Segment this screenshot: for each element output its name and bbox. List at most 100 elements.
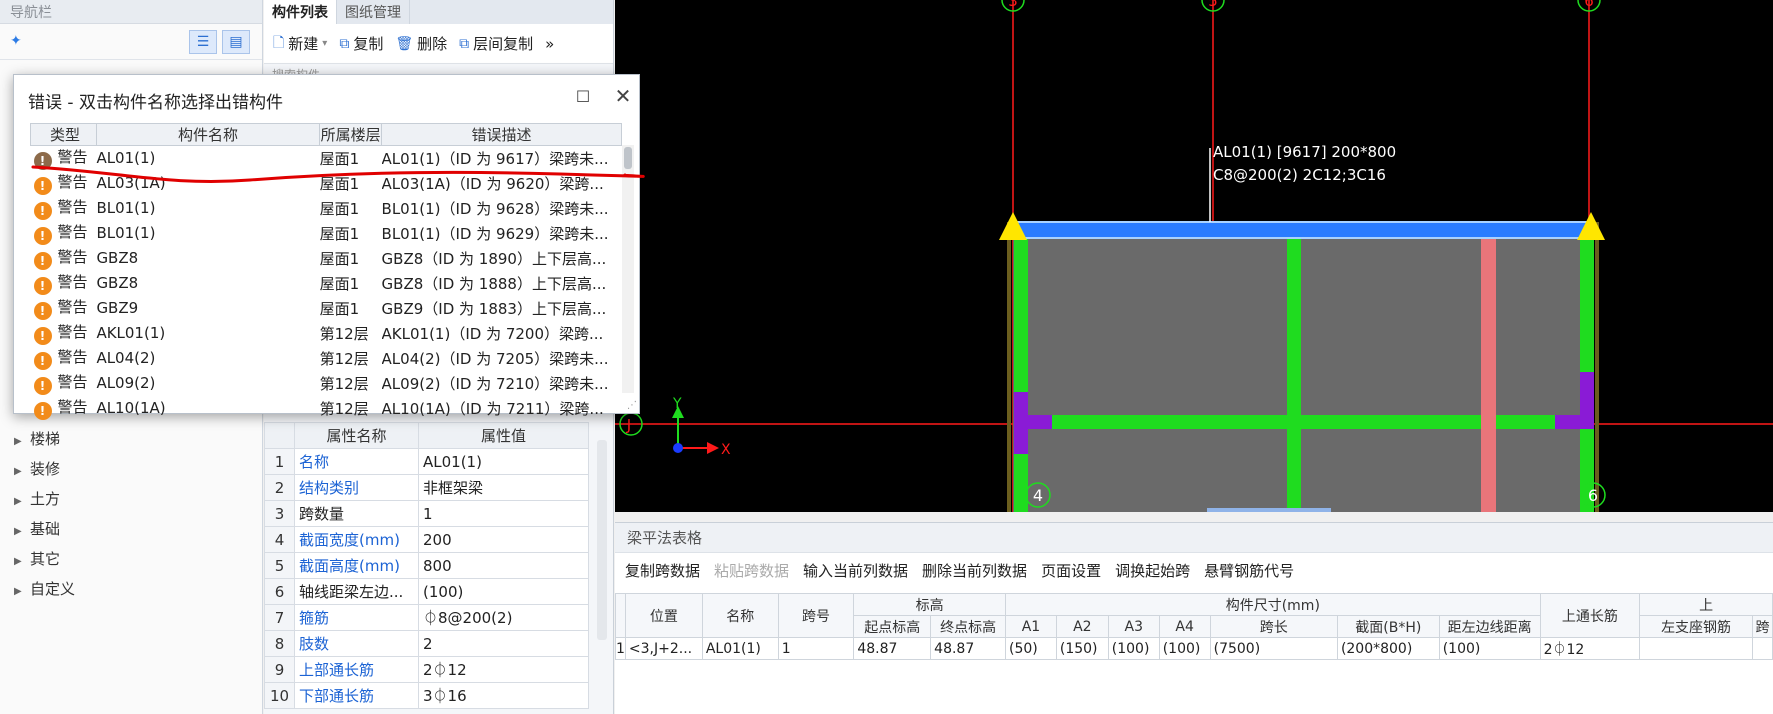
property-row[interactable]: 9 上部通长筋 2⏀12 xyxy=(264,656,589,683)
dropdown-arrow-icon[interactable]: ▾ xyxy=(322,38,327,49)
error-component-name[interactable]: GBZ8 xyxy=(96,246,319,271)
copy-button[interactable]: ⧉ 复制 xyxy=(336,33,386,54)
warning-icon: ! xyxy=(33,327,52,345)
error-component-name[interactable]: AL03(1A) xyxy=(96,171,319,196)
error-component-name[interactable]: BL01(1) xyxy=(96,196,319,221)
nav-item[interactable]: ▶ 楼梯 xyxy=(0,424,262,454)
property-value[interactable]: 2⏀12 xyxy=(418,656,589,683)
property-row[interactable]: 7 箍筋 ⏀8@200(2) xyxy=(264,604,589,631)
error-floor: 屋面1 xyxy=(319,224,360,243)
more-actions-icon[interactable]: » xyxy=(542,35,557,53)
cantilever-code-button[interactable]: 悬臂钢筋代号 xyxy=(1204,560,1294,581)
swap-start-span-button[interactable]: 调换起始跨 xyxy=(1115,560,1190,581)
property-value[interactable]: ⏀8@200(2) xyxy=(418,604,589,631)
cad-viewport[interactable]: 3 5 6 J 4 6 AL01(1) [9617] 200*800 C8@20… xyxy=(615,0,1773,512)
error-component-name[interactable]: BL01(1) xyxy=(96,221,319,246)
error-row[interactable]: ! 警告 GBZ9 屋面1 GBZ9（ID 为 1883）上下层高... xyxy=(31,296,622,321)
maximize-icon[interactable]: ☐ xyxy=(574,88,592,106)
expand-arrow-icon[interactable]: ▶ xyxy=(14,487,30,517)
delete-button[interactable]: 🗑 删除 xyxy=(392,33,450,54)
resize-grip-icon[interactable]: ⋰ xyxy=(627,400,637,411)
warning-icon: ! xyxy=(33,302,52,320)
property-value[interactable]: 800 xyxy=(418,552,589,579)
property-name: 上部通长筋 xyxy=(294,656,419,683)
expand-arrow-icon[interactable]: ▶ xyxy=(14,547,30,577)
error-row[interactable]: ! 警告 AL01(1) 屋面1 AL01(1)（ID 为 9617）梁跨未... xyxy=(31,146,622,171)
delete-column-button[interactable]: 删除当前列数据 xyxy=(922,560,1027,581)
error-component-name[interactable]: AKL01(1) xyxy=(96,321,319,346)
expand-arrow-icon[interactable]: ▶ xyxy=(14,577,30,607)
error-row[interactable]: ! 警告 AL10(1A) 第12层 AL10(1A)（ID 为 7211）梁跨... xyxy=(31,396,622,421)
error-row[interactable]: ! 警告 BL01(1) 屋面1 BL01(1)（ID 为 9628）梁跨未... xyxy=(31,196,622,221)
beam-axis-j[interactable] xyxy=(1014,415,1594,429)
nav-item[interactable]: ▶ 其它 xyxy=(0,544,262,574)
beam-pink[interactable] xyxy=(1481,236,1496,512)
property-row[interactable]: 5 截面高度(mm) 800 xyxy=(264,552,589,579)
expand-arrow-icon[interactable]: ▶ xyxy=(14,517,30,547)
property-value[interactable]: 200 xyxy=(418,526,589,553)
viewport-splitter[interactable] xyxy=(1207,508,1331,512)
error-component-name[interactable]: AL04(2) xyxy=(96,346,319,371)
error-row[interactable]: ! 警告 GBZ8 屋面1 GBZ8（ID 为 1888）上下层高... xyxy=(31,271,622,296)
property-row[interactable]: 6 轴线距梁左边... (100) xyxy=(264,578,589,605)
error-row[interactable]: ! 警告 AL04(2) 第12层 AL04(2)（ID 为 7205）梁跨未... xyxy=(31,346,622,371)
ucs-x-arrow-icon xyxy=(707,442,719,454)
nav-item[interactable]: ▶ 装修 xyxy=(0,454,262,484)
error-component-name[interactable]: AL09(2) xyxy=(96,371,319,396)
beam-left[interactable] xyxy=(1014,232,1028,512)
error-row[interactable]: ! 警告 BL01(1) 屋面1 BL01(1)（ID 为 9629）梁跨未... xyxy=(31,221,622,246)
error-description: GBZ8（ID 为 1890）上下层高... xyxy=(381,249,607,268)
error-floor: 第12层 xyxy=(319,324,369,343)
selected-beam-al01[interactable] xyxy=(1012,221,1592,239)
error-row[interactable]: ! 警告 GBZ8 屋面1 GBZ8（ID 为 1890）上下层高... xyxy=(31,246,622,271)
property-row[interactable]: 2 结构类别 非框架梁 xyxy=(264,474,589,501)
property-value[interactable]: AL01(1) xyxy=(418,448,589,475)
cad-drawing[interactable]: 3 5 6 J 4 6 AL01(1) [9617] 200*800 C8@20… xyxy=(615,0,1773,512)
error-component-name[interactable]: AL10(1A) xyxy=(96,396,319,421)
property-row[interactable]: 4 截面宽度(mm) 200 xyxy=(264,526,589,553)
floor-copy-button[interactable]: ⧉ 层间复制 xyxy=(456,33,536,54)
nav-tree: ▶ 楼梯 ▶ 装修 ▶ 土方 ▶ 基础 ▶ 其它 ▶ 自定义 xyxy=(0,424,262,604)
beam-middle[interactable] xyxy=(1287,236,1301,512)
expand-arrow-icon[interactable]: ▶ xyxy=(14,427,30,457)
nav-item[interactable]: ▶ 自定义 xyxy=(0,574,262,604)
page-setup-button[interactable]: 页面设置 xyxy=(1041,560,1101,581)
dialog-titlebar[interactable]: 错误 - 双击构件名称选择出错构件 ☐ ✕ xyxy=(14,75,639,123)
ucs-x-label: X xyxy=(721,442,731,458)
property-value[interactable]: 3⏀16 xyxy=(418,682,589,709)
properties-scrollbar[interactable] xyxy=(597,440,607,640)
property-row[interactable]: 1 名称 AL01(1) xyxy=(264,448,589,475)
property-value[interactable]: 2 xyxy=(418,630,589,657)
property-row[interactable]: 8 肢数 2 xyxy=(264,630,589,657)
close-icon[interactable]: ✕ xyxy=(612,85,634,107)
property-value[interactable]: 非框架梁 xyxy=(418,474,589,501)
tab-drawing-management[interactable]: 图纸管理 xyxy=(337,0,410,24)
nav-item[interactable]: ▶ 基础 xyxy=(0,514,262,544)
error-row[interactable]: ! 警告 AL03(1A) 屋面1 AL03(1A)（ID 为 9620）梁跨... xyxy=(31,171,622,196)
nav-item[interactable]: ▶ 土方 xyxy=(0,484,262,514)
axis-label: 5 xyxy=(1208,0,1218,10)
error-row[interactable]: ! 警告 AL09(2) 第12层 AL09(2)（ID 为 7210）梁跨未... xyxy=(31,371,622,396)
error-component-name[interactable]: GBZ9 xyxy=(96,296,319,321)
error-component-name[interactable]: AL01(1) xyxy=(96,146,319,171)
pin-icon[interactable]: ✦ xyxy=(10,33,22,49)
col-name: 名称 xyxy=(701,593,779,638)
list-view-icon[interactable]: ☰ xyxy=(189,30,217,54)
error-row[interactable]: ! 警告 AKL01(1) 第12层 AKL01(1)（ID 为 7200）梁跨... xyxy=(31,321,622,346)
property-value[interactable]: 1 xyxy=(418,500,589,527)
warning-icon: ! xyxy=(33,152,52,171)
paste-span-button[interactable]: 粘贴跨数据 xyxy=(714,560,789,581)
tab-component-list[interactable]: 构件列表 xyxy=(264,0,337,24)
error-component-name[interactable]: GBZ8 xyxy=(96,271,319,296)
new-button[interactable]: 🗋 新建 ▾ xyxy=(270,32,330,56)
error-description: AL09(2)（ID 为 7210）梁跨未... xyxy=(381,374,609,393)
detail-view-icon[interactable]: ▤ xyxy=(222,30,250,54)
property-row[interactable]: 10 下部通长筋 3⏀16 xyxy=(264,682,589,709)
dialog-scrollbar[interactable] xyxy=(622,145,634,393)
copy-span-button[interactable]: 复制跨数据 xyxy=(625,560,700,581)
property-value[interactable]: (100) xyxy=(418,578,589,605)
property-row[interactable]: 3 跨数量 1 xyxy=(264,500,589,527)
input-column-button[interactable]: 输入当前列数据 xyxy=(803,560,908,581)
expand-arrow-icon[interactable]: ▶ xyxy=(14,457,30,487)
table-row[interactable]: 1 <3,J+2... AL01(1) 1 48.87 48.87 (50) (… xyxy=(615,637,1773,660)
